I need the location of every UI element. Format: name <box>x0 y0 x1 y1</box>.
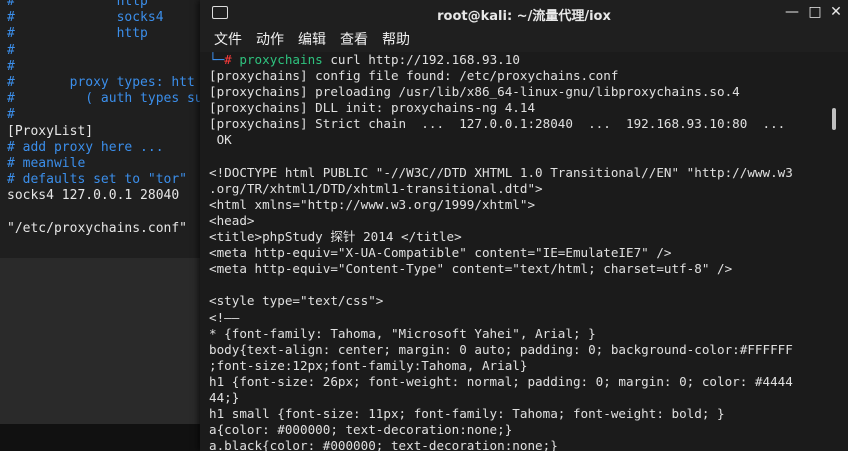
title-bar: root@kali: ~/流量代理/iox — □ ✕ <box>200 0 848 26</box>
background-line <box>7 204 203 220</box>
command-args: curl http://192.168.93.10 <box>322 52 520 67</box>
command-output: [proxychains] config file found: /etc/pr… <box>209 68 839 451</box>
output-line: [proxychains] config file found: /etc/pr… <box>209 68 619 84</box>
menu-help[interactable]: 帮助 <box>382 29 410 49</box>
minimize-button[interactable]: — <box>784 4 800 20</box>
output-line: <html xmlns="http://www.w3.org/1999/xhtm… <box>209 196 536 212</box>
output-line: 44;} <box>209 389 240 405</box>
output-line: a{color: #000000; text-decoration:none;} <box>209 422 513 438</box>
output-line: body{text-align: center; margin: 0 auto;… <box>209 341 793 357</box>
output-line: .org/TR/xhtml1/DTD/xhtml1-transitional.d… <box>209 180 543 196</box>
background-line: "/etc/proxychains.conf" <box>7 220 188 236</box>
background-line: # ( auth types su <box>7 91 203 107</box>
command-line: └─# proxychains curl http://192.168.93.1… <box>209 52 839 68</box>
taskbar <box>0 424 200 451</box>
background-line: # defaults set to "tor" <box>7 172 188 188</box>
output-line: OK <box>209 132 232 148</box>
output-line: * {font-family: Tahoma, "Microsoft Yahei… <box>209 325 596 341</box>
prompt-hash: # <box>224 52 232 67</box>
background-line: # proxy types: htt <box>7 74 195 90</box>
output-line: <!DOCTYPE html PUBLIC "-//W3C//DTD XHTML… <box>209 164 793 180</box>
output-line: <!—— <box>209 309 240 325</box>
close-button[interactable]: ✕ <box>828 4 844 20</box>
menu-bar: 文件 动作 编辑 查看 帮助 <box>200 26 848 52</box>
prompt-corner: └─ <box>209 52 225 67</box>
background-line: # http <box>7 26 148 42</box>
maximize-button[interactable]: □ <box>807 4 823 20</box>
scrollbar-thumb[interactable] <box>832 108 836 130</box>
menu-view[interactable]: 查看 <box>340 29 368 49</box>
command-name: proxychains <box>239 52 323 67</box>
background-line: # <box>7 42 15 58</box>
output-line: <meta http-equiv="X-UA-Compatible" conte… <box>209 245 672 261</box>
background-line: # <box>7 107 15 123</box>
output-line: [proxychains] Strict chain ... 127.0.0.1… <box>209 116 786 132</box>
background-line: [ProxyList] <box>7 123 94 139</box>
background-line: # add proxy here ... <box>7 139 164 155</box>
background-line: # socks4 <box>7 10 164 26</box>
output-line: [proxychains] DLL init: proxychains-ng 4… <box>209 100 536 116</box>
output-line: [proxychains] preloading /usr/lib/x86_64… <box>209 84 740 100</box>
window-title: root@kali: ~/流量代理/iox <box>437 9 611 24</box>
background-line: socks4 127.0.0.1 28040 <box>7 188 180 204</box>
output-line: <style type="text/css"> <box>209 293 384 309</box>
background-line: # http <box>7 0 148 9</box>
terminal-output[interactable]: └─# proxychains curl http://192.168.93.1… <box>200 52 839 451</box>
background-terminal-text: # http # socks4 # http # # # proxy types: htt… <box>7 0 203 237</box>
terminal-window: root@kali: ~/流量代理/iox — □ ✕ 文件 动作 编辑 查看 … <box>200 0 848 451</box>
output-line: h1 {font-size: 26px; font-weight: normal… <box>209 373 793 389</box>
background-line: # meanwile <box>7 155 86 171</box>
background-terminal-lower-pane <box>0 258 200 451</box>
output-line: <meta http-equiv="Content-Type" content=… <box>209 261 733 277</box>
output-line: h1 small {font-size: 11px; font-family: … <box>209 406 725 422</box>
output-line: a.black{color: #000000; text-decoration:… <box>209 438 558 451</box>
menu-file[interactable]: 文件 <box>214 29 242 49</box>
output-line: <title>phpStudy 探针 2014 </title> <box>209 229 462 245</box>
menu-action[interactable]: 动作 <box>256 29 284 49</box>
background-line: # <box>7 58 15 74</box>
menu-edit[interactable]: 编辑 <box>298 29 326 49</box>
output-line: ;font-size:12px;font-family:Tahoma, Aria… <box>209 357 528 373</box>
output-line: <head> <box>209 212 255 228</box>
